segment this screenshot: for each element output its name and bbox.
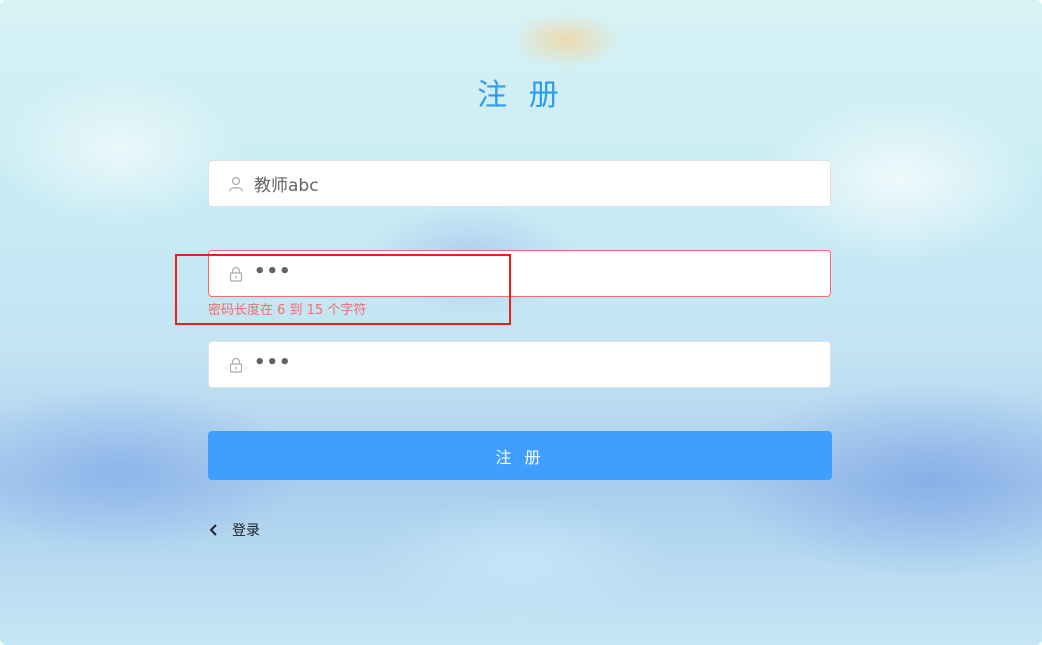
confirm-password-masked-value: ••• — [254, 352, 292, 373]
login-link[interactable]: 登录 — [208, 520, 260, 540]
confirm-password-field[interactable]: ••• — [208, 341, 831, 388]
page-title: 注 册 — [477, 78, 565, 113]
login-link-label: 登录 — [232, 523, 260, 539]
register-page: 注 册 教师abc ••• 密码长度在 6 到 15 个字符 ••• 注 册 登… — [0, 0, 1042, 645]
username-field[interactable]: 教师abc — [208, 160, 831, 207]
annotation-highlight-box — [175, 254, 511, 325]
register-button[interactable]: 注 册 — [208, 431, 832, 480]
user-icon — [228, 176, 244, 192]
lock-icon — [228, 357, 244, 373]
username-value: 教师abc — [254, 176, 319, 196]
chevron-left-icon — [208, 522, 220, 538]
